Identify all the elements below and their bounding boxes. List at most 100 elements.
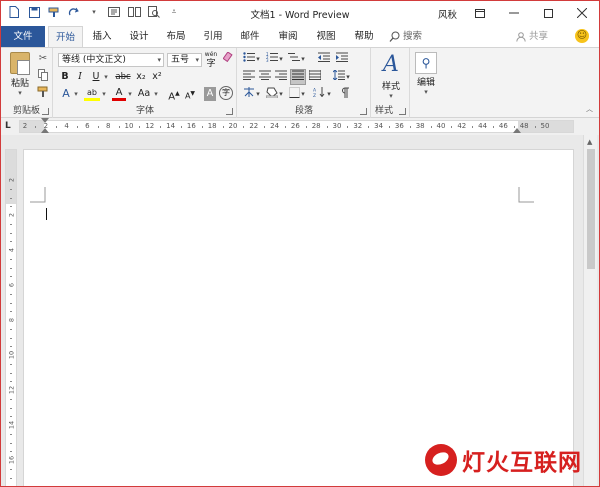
chevron-down-icon[interactable]: ▾ <box>126 87 134 101</box>
vruler-tick-dot <box>10 381 12 383</box>
text-effects-button[interactable]: A <box>59 87 73 101</box>
first-line-indent-marker[interactable] <box>41 118 49 123</box>
chevron-down-icon[interactable]: ▾ <box>100 87 108 101</box>
chevron-down-icon[interactable]: ▾ <box>152 87 160 101</box>
vruler-tick-label: 8 <box>7 317 16 323</box>
paste-button[interactable]: 粘贴 ▾ <box>7 52 33 97</box>
restore-icon[interactable] <box>463 1 497 25</box>
clipboard-launcher-icon[interactable] <box>42 108 49 115</box>
chinese-layout-icon[interactable] <box>242 87 256 101</box>
bullets-icon[interactable] <box>242 52 256 66</box>
enclose-characters-button[interactable]: 字 <box>219 86 233 100</box>
font-color-button[interactable]: A <box>112 86 126 101</box>
justify-icon[interactable] <box>290 69 306 85</box>
shading-icon[interactable] <box>265 87 279 101</box>
italic-button[interactable]: I <box>74 70 86 84</box>
change-case-button[interactable]: Aa <box>136 87 152 101</box>
superscript-button[interactable]: x² <box>150 70 164 84</box>
collapse-ribbon-icon[interactable]: ︿ <box>586 104 593 114</box>
search-box[interactable]: 搜索 <box>389 26 422 47</box>
minimize-icon[interactable] <box>497 1 531 25</box>
close-icon[interactable] <box>565 1 599 25</box>
ruler-tick-dot <box>97 126 99 128</box>
font-name-select[interactable]: 等线 (中文正文) ▾ <box>58 53 164 67</box>
chevron-down-icon[interactable]: ▾ <box>278 87 284 101</box>
tab-review[interactable]: 审阅 <box>271 26 305 47</box>
tab-file[interactable]: 文件 <box>1 26 45 47</box>
vertical-scrollbar[interactable]: ▲ <box>583 135 597 486</box>
tab-mailings[interactable]: 邮件 <box>233 26 267 47</box>
tab-view[interactable]: 视图 <box>309 26 343 47</box>
strikethrough-button[interactable]: abc <box>114 70 132 84</box>
ruler-tick-label: 16 <box>186 122 196 130</box>
font-size-select[interactable]: 五号 ▾ <box>167 53 202 67</box>
chevron-down-icon[interactable]: ▾ <box>345 70 351 84</box>
ruler-tick-label: 8 <box>105 122 111 130</box>
share-button[interactable]: 共享 <box>516 26 548 47</box>
line-spacing-icon[interactable] <box>332 69 346 84</box>
text-cursor <box>46 208 47 220</box>
hanging-indent-marker[interactable] <box>41 128 49 133</box>
format-painter-icon[interactable] <box>36 86 50 100</box>
font-name-value: 等线 (中文正文) <box>62 55 126 65</box>
shrink-font-button[interactable]: A▼ <box>183 87 197 101</box>
align-left-icon[interactable] <box>242 70 256 84</box>
decrease-indent-icon[interactable] <box>317 52 331 66</box>
styles-button[interactable]: A 样式 ▾ <box>373 52 409 100</box>
chevron-down-icon[interactable]: ▾ <box>255 52 261 66</box>
cut-icon[interactable]: ✂ <box>36 52 50 66</box>
align-right-icon[interactable] <box>274 70 288 84</box>
multilevel-list-icon[interactable] <box>287 52 301 66</box>
clear-format-icon[interactable] <box>222 51 234 66</box>
align-center-icon[interactable] <box>258 70 272 84</box>
phonetic-guide-button[interactable]: wén 字 <box>204 51 218 69</box>
maximize-icon[interactable] <box>531 1 565 25</box>
tab-references[interactable]: 引用 <box>196 26 230 47</box>
chevron-down-icon[interactable]: ▾ <box>255 87 261 101</box>
document-page[interactable] <box>23 149 574 486</box>
bold-button[interactable]: B <box>59 70 71 84</box>
tab-home[interactable]: 开始 <box>48 26 83 47</box>
ruler-tick-label: 30 <box>332 122 342 130</box>
paste-label: 粘贴 <box>10 79 29 89</box>
vertical-ruler[interactable]: 2 2 4 6 8 10 12 14 16 <box>5 149 17 486</box>
chevron-down-icon[interactable]: ▾ <box>102 70 110 84</box>
ruler-strip[interactable]: 2 2 4 6 8 10 12 14 16 18 20 22 24 26 28 30 32 34 36 38 40 42 4… <box>19 120 574 133</box>
clipboard-small-buttons: ✂ <box>36 52 50 100</box>
show-marks-icon[interactable] <box>338 87 352 101</box>
grow-font-button[interactable]: A▲ <box>167 87 181 102</box>
font-launcher-icon[interactable] <box>226 108 233 115</box>
user-name[interactable]: 风秋 <box>438 7 457 21</box>
copy-icon[interactable] <box>36 69 50 83</box>
phonetic-glyph: 字 <box>206 59 216 69</box>
ruler-tick-dot <box>389 126 390 128</box>
tab-selector[interactable]: L <box>5 120 16 132</box>
paragraph-launcher-icon[interactable] <box>360 108 367 115</box>
vruler-tick-label: 2 <box>7 212 16 218</box>
distributed-icon[interactable] <box>308 70 322 84</box>
tab-insert[interactable]: 插入 <box>85 26 119 47</box>
subscript-button[interactable]: x₂ <box>134 70 148 84</box>
highlight-button[interactable]: ab <box>84 86 100 101</box>
word-window: ▾ ⩡ 文档1 - Word Preview 风秋 文件 开始 插入 设计 布局… <box>0 0 600 487</box>
chevron-down-icon[interactable]: ▾ <box>278 52 284 66</box>
tab-help[interactable]: 帮助 <box>347 26 381 47</box>
underline-button[interactable]: U <box>90 70 102 84</box>
tab-layout[interactable]: 布局 <box>159 26 193 47</box>
numbering-icon[interactable]: 123 <box>265 52 279 66</box>
sort-icon[interactable]: AZ <box>312 87 326 101</box>
editing-button[interactable]: ⚲ 编辑 ▾ <box>408 52 444 96</box>
scroll-thumb[interactable] <box>587 149 595 269</box>
scroll-up-icon[interactable]: ▲ <box>587 138 592 146</box>
borders-icon[interactable] <box>287 87 301 101</box>
chevron-down-icon[interactable]: ▾ <box>300 52 306 66</box>
chevron-down-icon[interactable]: ▾ <box>326 87 332 101</box>
tab-design[interactable]: 设计 <box>122 26 156 47</box>
increase-indent-icon[interactable] <box>335 52 349 66</box>
character-shading-button[interactable]: A <box>204 87 216 101</box>
chevron-down-icon[interactable]: ▾ <box>300 87 306 101</box>
smiley-icon[interactable]: ☺ <box>575 29 589 43</box>
right-indent-marker[interactable] <box>513 128 521 133</box>
styles-launcher-icon[interactable] <box>399 108 406 115</box>
chevron-down-icon[interactable]: ▾ <box>72 87 80 101</box>
